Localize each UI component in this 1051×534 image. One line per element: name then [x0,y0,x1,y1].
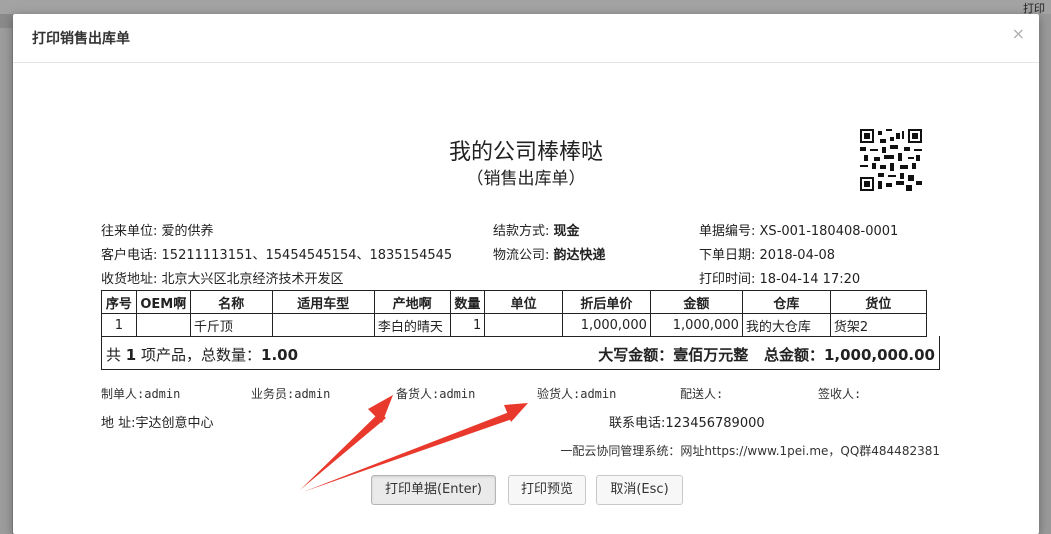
table-header-row: 序号 OEM啊 名称 适用车型 产地啊 数量 单位 折后单价 金额 仓库 货位 [101,290,928,314]
address-line: 收货地址: 北京大兴区北京经济技术开发区 [101,268,344,287]
table-cell: 货架2 [829,313,928,337]
address-label: 收货地址: [101,272,158,287]
total-quantity: 1.00 [261,346,299,364]
table-cell: 千斤顶 [189,313,273,337]
payment-label: 结款方式: [493,224,550,239]
orderdate-line: 下单日期: 2018-04-08 [699,244,835,263]
total-amount: 1,000,000.00 [823,346,935,364]
capital-label: 大写金额： [598,346,674,364]
salesperson: 业务员:admin [251,387,331,401]
summary-qty-label: 项产品，总数量： [141,346,262,364]
summary-count: 共 1 项产品，总数量：1.00 [106,344,298,365]
table-cell: 1 [449,313,486,337]
table-header: 序号 [101,290,137,314]
checker: 验货人:admin [537,387,617,401]
total-label: 总金额： [763,346,824,364]
table-header: 数量 [449,290,486,314]
table-header: 折后单价 [561,290,651,314]
table-cell: 我的大仓库 [741,313,831,337]
phone-value: 15211113151、15454545154、1835154545 [161,248,453,263]
summary-amounts: 大写金额：壹佰万元整 总金额：1,000,000.00 [598,344,935,365]
table-header: 适用车型 [271,290,375,314]
summary-prefix: 共 [106,346,122,364]
docno-line: 单据编号: XS-001-180408-0001 [699,220,898,239]
background-right-strip [1039,14,1051,534]
table-cell [271,313,375,337]
background-toolbar [0,0,1051,14]
background-left-strip [0,28,12,534]
table-header: 名称 [189,290,273,314]
printtime-line: 打印时间: 18-04-14 17:20 [699,268,860,287]
table-cell [484,313,563,337]
print-button[interactable]: 打印单据(Enter) [371,475,496,505]
printtime-value: 18-04-14 17:20 [759,272,861,287]
payment-line: 结款方式: 现金 [493,220,580,239]
cancel-button[interactable]: 取消(Esc) [596,475,683,505]
table-header: 货位 [829,290,928,314]
table-cell: 1 [101,313,137,337]
partner-label: 往来单位: [101,224,158,239]
orderdate-label: 下单日期: [699,248,756,263]
logistics-label: 物流公司: [493,248,550,263]
system-footer-note: 一配云协同管理系统：网址https://www.1pei.me，QQ群48448… [560,444,940,458]
printtime-label: 打印时间: [699,272,756,287]
qr-code-icon [860,129,922,191]
phone-label: 客户电话: [101,248,158,263]
address-value: 北京大兴区北京经济技术开发区 [161,272,344,287]
product-count: 1 [125,346,137,364]
table-cell: 李白的晴天 [373,313,451,337]
deliverer: 配送人: [680,387,724,401]
table-header: 产地啊 [373,290,451,314]
items-table: 序号 OEM啊 名称 适用车型 产地啊 数量 单位 折后单价 金额 仓库 货位 … [101,290,928,337]
partner-line: 往来单位: 爱的供养 [101,220,214,239]
payment-value: 现金 [553,224,580,239]
table-row: 1 千斤顶 李白的晴天 1 1,000,000 1,000,000 我的大仓库 … [101,313,928,337]
picker: 备货人:admin [396,387,476,401]
company-address-line: 地 址:宇达创意中心 [101,412,214,431]
logistics-line: 物流公司: 韵达快递 [493,244,606,263]
table-cell: 1,000,000 [649,313,743,337]
table-cell [135,313,191,337]
contact-value: 123456789000 [665,416,765,431]
maker: 制单人:admin [101,387,181,401]
contact-label: 联系电话: [609,416,666,431]
docno-label: 单据编号: [699,224,756,239]
print-dialog: 打印销售出库单 × 我的公司棒棒哒 （销售出库单） 往来单位: 爱的供养 结款方… [13,14,1039,534]
phone-line: 客户电话: 15211113151、15454545154、1835154545 [101,244,489,263]
table-header: 金额 [649,290,743,314]
table-cell: 1,000,000 [561,313,651,337]
print-preview-button[interactable]: 打印预览 [508,475,586,505]
logistics-value: 韵达快递 [553,248,606,263]
company-address-label: 地 址: [101,416,136,431]
receiver: 签收人: [818,387,862,401]
contact-line: 联系电话:123456789000 [609,412,765,431]
orderdate-value: 2018-04-08 [759,248,836,263]
partner-value: 爱的供养 [161,224,214,239]
summary-row: 共 1 项产品，总数量：1.00 大写金额：壹佰万元整 总金额：1,000,00… [101,336,940,370]
company-address-value: 宇达创意中心 [135,416,214,431]
capital-amount: 壹佰万元整 [673,346,749,364]
table-header: OEM啊 [135,290,191,314]
table-header: 单位 [484,290,563,314]
docno-value: XS-001-180408-0001 [759,224,899,239]
table-header: 仓库 [741,290,831,314]
